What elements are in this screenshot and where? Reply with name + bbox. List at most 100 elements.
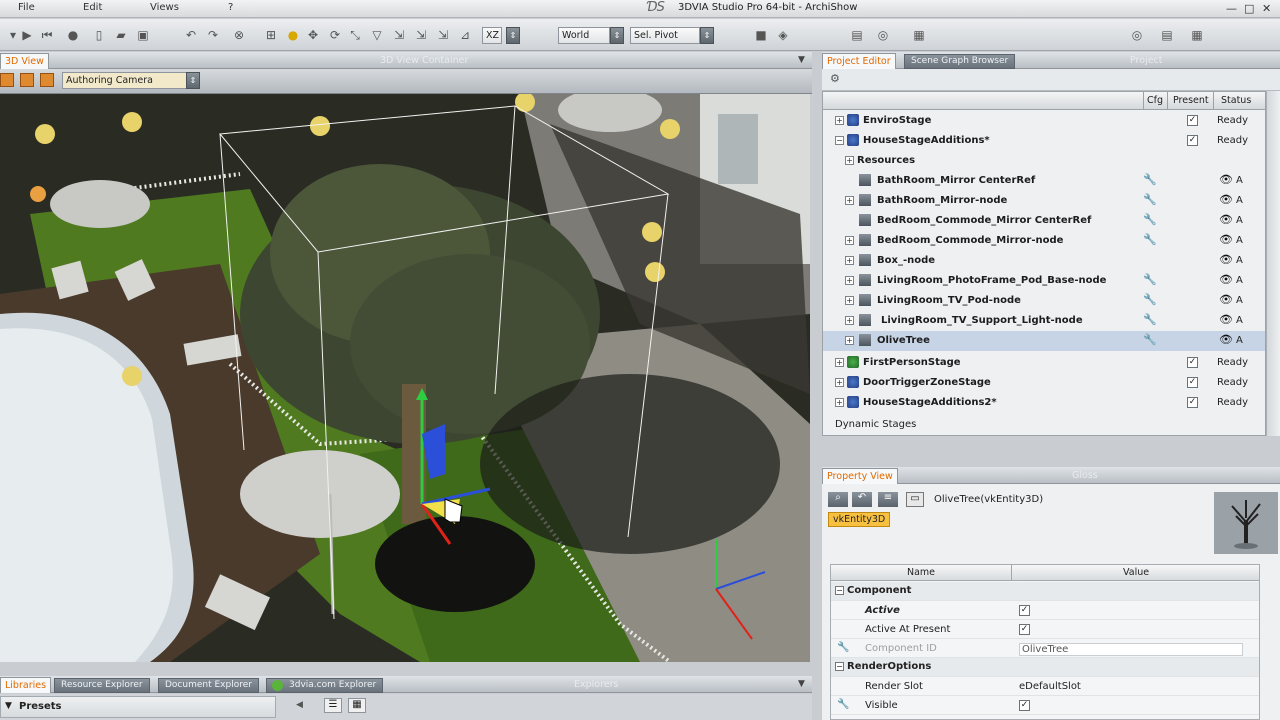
space-dropdown-icon[interactable]: ⇕	[610, 27, 624, 44]
tree-row-housestageadditions2[interactable]: + HouseStageAdditions2* ✓ Ready	[823, 393, 1265, 413]
light-mode-icon[interactable]	[20, 73, 34, 87]
select-icon[interactable]: ▽	[370, 28, 384, 42]
expand-icon[interactable]: +	[845, 316, 854, 325]
layout-icon[interactable]: ▤	[1160, 28, 1174, 42]
group-renderoptions[interactable]: − RenderOptions	[831, 658, 1259, 677]
project-scrollbar[interactable]	[1266, 91, 1280, 436]
visible-checkbox[interactable]: ✓	[1019, 700, 1030, 711]
tab-resource-explorer[interactable]: Resource Explorer	[54, 678, 150, 693]
expand-icon[interactable]: +	[835, 378, 844, 387]
wrench-icon[interactable]: 🔧	[1143, 293, 1157, 306]
collapse-arrow-icon[interactable]: ▼	[798, 679, 805, 689]
collapse-icon[interactable]: −	[835, 136, 844, 145]
axis-dropdown-icon[interactable]: ⇕	[506, 27, 520, 44]
snap-grid-icon[interactable]: ⇲	[414, 28, 428, 42]
pivot-select[interactable]: Sel. Pivot	[630, 27, 700, 44]
grid-icon[interactable]: ▦	[912, 28, 926, 42]
minimize-icon[interactable]: —	[1226, 2, 1237, 15]
stop-icon[interactable]: ●	[66, 28, 80, 42]
expand-icon[interactable]: +	[845, 276, 854, 285]
collapse-icon[interactable]: −	[835, 662, 844, 671]
present-checkbox[interactable]: ✓	[1187, 377, 1198, 388]
prop-render-slot[interactable]: Render Slot eDefaultSlot	[831, 677, 1259, 696]
toolbar-icon[interactable]: ▾	[6, 28, 20, 42]
menu-views[interactable]: Views	[150, 2, 179, 13]
eye-icon[interactable]: 👁	[1219, 193, 1233, 206]
tab-libraries[interactable]: Libraries	[0, 677, 52, 693]
eye-icon[interactable]: 👁	[1219, 213, 1233, 226]
menu-help[interactable]: ?	[228, 2, 233, 13]
component-id-field[interactable]: OliveTree	[1019, 643, 1243, 656]
viewport-3d[interactable]	[0, 94, 810, 662]
settings-icon[interactable]: ▦	[1190, 28, 1204, 42]
link-icon[interactable]: ⊞	[264, 28, 278, 42]
help-icon[interactable]: ◎	[1130, 28, 1144, 42]
rewind-icon[interactable]: ⏮	[40, 28, 54, 42]
wrench-icon[interactable]: 🔧	[1143, 313, 1157, 326]
tree-row-firstpersonstage[interactable]: + FirstPersonStage ✓ Ready	[823, 353, 1265, 373]
tree-row-resource[interactable]: BedRoom_Commode_Mirror CenterRef 🔧 👁 A	[823, 211, 1265, 231]
close-icon[interactable]: ✕	[1262, 2, 1271, 15]
snap-icon[interactable]: ⇲	[392, 28, 406, 42]
view-mode-icon[interactable]	[0, 73, 14, 87]
tree-row-resource[interactable]: + LivingRoom_TV_Pod-node 🔧 👁 A	[823, 291, 1265, 311]
wrench-icon[interactable]: 🔧	[1143, 193, 1157, 206]
col-present[interactable]: Present	[1173, 95, 1209, 106]
delete-icon[interactable]: ⊗	[232, 28, 246, 42]
present-checkbox[interactable]: ✓	[1187, 357, 1198, 368]
tree-row-resource[interactable]: + BathRoom_Mirror-node 🔧 👁 A	[823, 191, 1265, 211]
tab-project-editor[interactable]: Project Editor	[822, 53, 896, 69]
tab-property-view[interactable]: Property View	[822, 468, 898, 484]
collapse-icon[interactable]: −	[835, 586, 844, 595]
eye-icon[interactable]: 👁	[1219, 293, 1233, 306]
list-view-icon[interactable]: ☰	[324, 698, 342, 713]
render-icon[interactable]: ◈	[776, 28, 790, 42]
tab-3d-view[interactable]: 3D View	[0, 53, 49, 69]
menu-file[interactable]: File	[18, 2, 35, 13]
pivot-dropdown-icon[interactable]: ⇕	[700, 27, 714, 44]
redo-icon[interactable]: ↷	[206, 28, 220, 42]
wrench-icon[interactable]: 🔧	[1143, 233, 1157, 246]
expand-icon[interactable]: +	[845, 156, 854, 165]
render-slot-select[interactable]: eDefaultSlot	[1019, 681, 1081, 692]
prop-active-at-present[interactable]: Active At Present ✓	[831, 620, 1259, 639]
open-file-icon[interactable]: ▰	[114, 28, 128, 42]
eye-icon[interactable]: 👁	[1219, 233, 1233, 246]
presets-header[interactable]: ▼ Presets	[0, 696, 276, 718]
save-icon[interactable]: ▣	[136, 28, 150, 42]
tree-row-housestageadditions[interactable]: − HouseStageAdditions* ✓ Ready	[823, 131, 1265, 151]
snap-vertex-icon[interactable]: ⇲	[436, 28, 450, 42]
tree-row-resource[interactable]: + BedRoom_Commode_Mirror-node 🔧 👁 A	[823, 231, 1265, 251]
expand-icon[interactable]: +	[835, 358, 844, 367]
new-file-icon[interactable]: ▯	[92, 28, 106, 42]
object-icon[interactable]: ●	[286, 28, 300, 42]
eye-icon[interactable]: 👁	[1219, 333, 1233, 346]
maximize-icon[interactable]: □	[1244, 2, 1254, 15]
menu-edit[interactable]: Edit	[83, 2, 102, 13]
expand-icon[interactable]: +	[845, 296, 854, 305]
rotate-icon[interactable]: ⟳	[328, 28, 342, 42]
list-icon[interactable]: ≡	[878, 492, 898, 507]
col-value[interactable]: Value	[1123, 567, 1149, 578]
tree-row-resources[interactable]: + Resources	[823, 151, 1265, 171]
eye-icon[interactable]: 👁	[1219, 173, 1233, 186]
camera-dropdown-icon[interactable]: ⇕	[186, 72, 200, 89]
shading-mode-icon[interactable]	[40, 73, 54, 87]
expand-icon[interactable]: +	[845, 336, 854, 345]
group-component[interactable]: − Component	[831, 582, 1259, 601]
undo-icon[interactable]: ↶	[184, 28, 198, 42]
wrench-icon[interactable]: 🔧	[1143, 273, 1157, 286]
expand-icon[interactable]: +	[845, 256, 854, 265]
wrench-icon[interactable]: 🔧	[1143, 173, 1157, 186]
axis-select[interactable]: XZ	[482, 27, 502, 44]
grid-view-icon[interactable]: ▦	[348, 698, 366, 713]
collapse-arrow-icon[interactable]: ▼	[798, 55, 805, 65]
active-at-present-checkbox[interactable]: ✓	[1019, 624, 1030, 635]
prop-component-id[interactable]: 🔧 Component ID OliveTree	[831, 639, 1259, 658]
col-status[interactable]: Status	[1221, 95, 1251, 106]
tree-row-resource[interactable]: + LivingRoom_PhotoFrame_Pod_Base-node 🔧 …	[823, 271, 1265, 291]
space-select[interactable]: World	[558, 27, 610, 44]
cube-icon[interactable]: ■	[754, 28, 768, 42]
active-checkbox[interactable]: ✓	[1019, 605, 1030, 616]
expand-icon[interactable]: +	[845, 196, 854, 205]
